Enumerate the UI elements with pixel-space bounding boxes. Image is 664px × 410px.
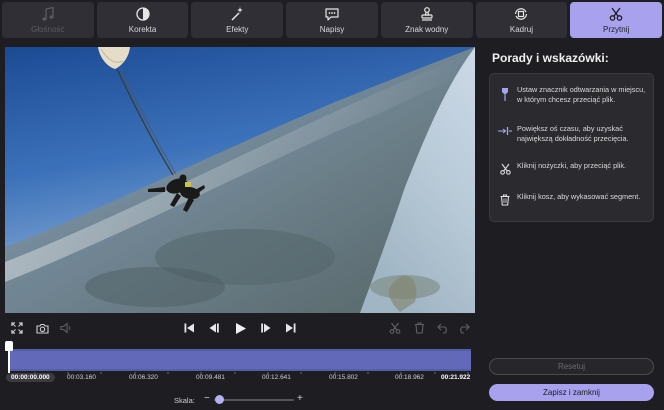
cut-button[interactable]	[388, 321, 402, 335]
crop-rotate-icon	[515, 8, 528, 20]
timeline-tick-label: 00:09.481	[196, 374, 225, 381]
tab-label: Napisy	[319, 25, 345, 34]
tab-trim[interactable]: Przytnij	[570, 2, 663, 38]
tip-item: Kliknij kosz, aby wykasować segment.	[498, 192, 648, 206]
tab-crop[interactable]: Kadruj	[475, 2, 568, 38]
tab-label: Głośność	[31, 25, 65, 34]
scissors-icon	[499, 163, 511, 175]
zoom-out-button[interactable]: −	[204, 393, 210, 404]
reset-button[interactable]: Resetuj	[489, 358, 654, 375]
undo-button[interactable]	[436, 321, 450, 335]
play-button[interactable]	[232, 320, 248, 336]
tab-correction[interactable]: Korekta	[96, 2, 189, 38]
tip-item: Ustaw znacznik odtwarzania w miejscu, w …	[498, 85, 648, 104]
scissors-icon	[389, 322, 401, 334]
trash-icon	[500, 194, 510, 206]
tip-text: Ustaw znacznik odtwarzania w miejscu, w …	[517, 85, 646, 104]
zoom-label: Skala:	[174, 396, 195, 405]
music-note-icon	[42, 6, 54, 21]
tab-volume[interactable]: Głośność	[2, 2, 94, 38]
tab-effects[interactable]: Efekty	[191, 2, 284, 38]
playhead-handle[interactable]	[5, 341, 13, 351]
camera-icon	[35, 323, 49, 334]
skip-start-icon	[184, 323, 194, 333]
play-icon	[235, 322, 246, 334]
stamp-icon	[421, 7, 433, 21]
step-forward-icon	[261, 323, 271, 333]
tips-title: Porady i wskazówki:	[492, 51, 609, 65]
marker-pin-icon	[502, 88, 508, 101]
tab-subtitles[interactable]: Napisy	[286, 2, 378, 38]
delete-segment-button[interactable]	[412, 321, 426, 335]
zoom-slider-thumb[interactable]	[215, 395, 224, 404]
tip-item: Powiększ oś czasu, aby uzyskać największ…	[498, 124, 648, 143]
timeline-end-label: 00:21.922	[441, 374, 471, 381]
speech-bubble-icon	[325, 8, 339, 21]
scissors-icon	[609, 7, 623, 21]
skip-to-end-button[interactable]	[284, 321, 298, 335]
video-frame-image	[5, 47, 475, 313]
step-back-icon	[209, 323, 219, 333]
tab-label: Kadruj	[509, 25, 534, 34]
tool-tabs: Głośność Korekta Efekty Napisy Znak wodn…	[0, 0, 664, 40]
tip-text: Kliknij kosz, aby wykasować segment.	[517, 192, 641, 201]
video-preview[interactable]	[5, 47, 475, 313]
expand-timeline-icon	[498, 127, 512, 135]
redo-button[interactable]	[456, 321, 470, 335]
volume-button[interactable]	[59, 321, 73, 335]
tip-item: Kliknij nożyczki, aby przeciąć plik.	[498, 161, 648, 175]
next-frame-button[interactable]	[259, 321, 273, 335]
timeline-tick-label: 00:06.320	[129, 374, 158, 381]
tab-label: Korekta	[128, 25, 157, 34]
timeline-tick-label: 00:18.962	[395, 374, 424, 381]
fullscreen-button[interactable]	[10, 321, 24, 335]
timeline-clip[interactable]	[9, 349, 471, 371]
snapshot-button[interactable]	[35, 321, 49, 335]
skip-end-icon	[286, 323, 296, 333]
current-time-label: 00:00:00.000	[6, 373, 55, 382]
tips-panel: Ustaw znacznik odtwarzania w miejscu, w …	[489, 73, 654, 222]
timeline-tick-label: 00:12.641	[262, 374, 291, 381]
timeline-tick-label: 00:15.802	[329, 374, 358, 381]
tip-text: Powiększ oś czasu, aby uzyskać największ…	[517, 124, 629, 143]
tab-label: Efekty	[226, 25, 249, 34]
tip-text: Kliknij nożyczki, aby przeciąć plik.	[517, 161, 627, 170]
fullscreen-icon	[11, 322, 23, 334]
zoom-slider-track[interactable]	[214, 399, 294, 401]
skip-to-start-button[interactable]	[182, 321, 196, 335]
speaker-icon	[60, 322, 71, 334]
tab-label: Przytnij	[603, 25, 630, 34]
trash-icon	[414, 322, 424, 334]
zoom-in-button[interactable]: +	[297, 393, 303, 404]
magic-wand-icon	[231, 7, 244, 21]
timeline-tick-label: 00:03.160	[67, 374, 96, 381]
redo-icon	[459, 323, 470, 334]
tab-watermark[interactable]: Znak wodny	[380, 2, 473, 38]
tab-label: Znak wodny	[405, 25, 449, 34]
contrast-icon	[135, 7, 150, 21]
previous-frame-button[interactable]	[207, 321, 221, 335]
undo-icon	[436, 323, 447, 334]
save-and-close-button[interactable]: Zapisz i zamknij	[489, 384, 654, 401]
